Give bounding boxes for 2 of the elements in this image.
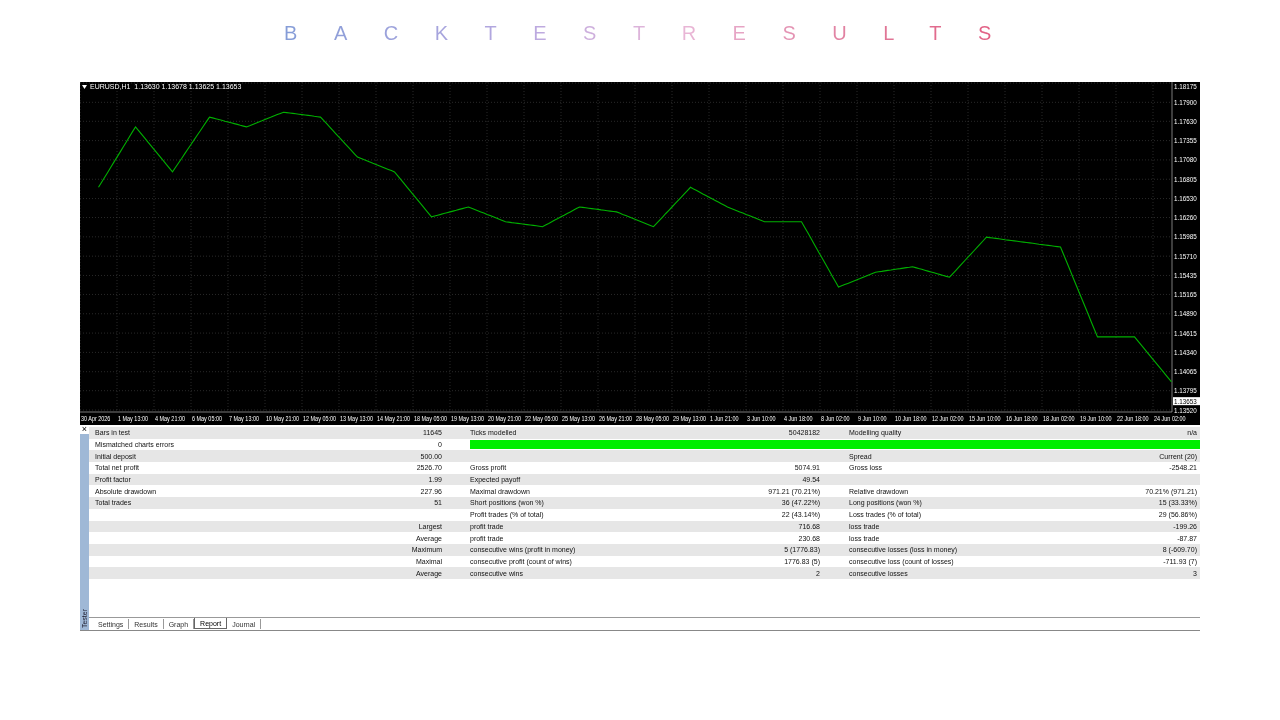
- dropdown-triangle-icon[interactable]: [82, 84, 87, 89]
- close-button[interactable]: ×: [80, 425, 89, 434]
